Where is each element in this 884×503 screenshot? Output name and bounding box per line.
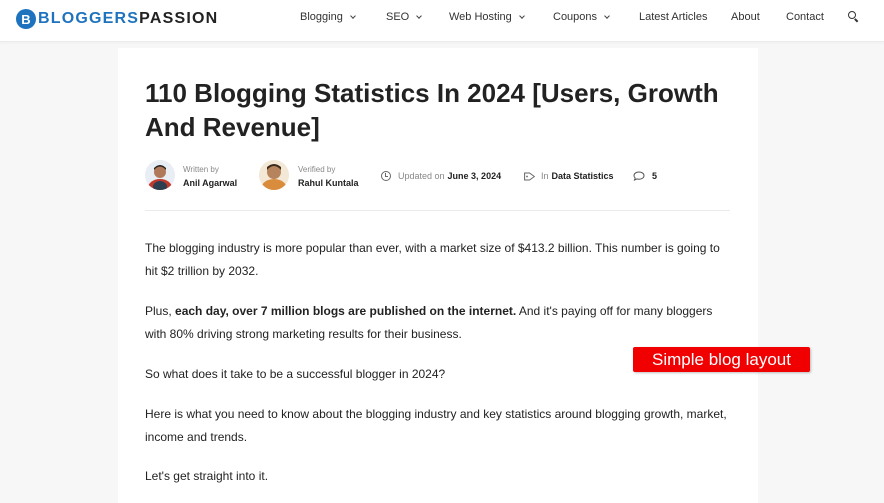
nav-contact[interactable]: Contact: [786, 11, 824, 23]
paragraph-closing: Let's get straight into it.: [145, 469, 269, 483]
nav-contact-label: Contact: [786, 11, 824, 23]
updated-date: Updated on June 3, 2024: [381, 171, 501, 181]
nav-latest-articles[interactable]: Latest Articles: [639, 11, 707, 23]
author-label: Written by: [183, 165, 219, 174]
chevron-down-icon: [518, 12, 525, 19]
article-title: 110 Blogging Statistics In 2024 [Users, …: [145, 78, 719, 142]
category: In Data Statistics: [524, 171, 614, 181]
site-header: B BLOGGERSPASSION Blogging SEO Web Hosti…: [0, 0, 884, 42]
comment-icon: [633, 171, 645, 181]
logo-icon: B: [16, 9, 36, 29]
nav-seo-label: SEO: [386, 11, 410, 23]
nav-web-hosting[interactable]: Web Hosting: [449, 11, 525, 23]
category-link[interactable]: Data Statistics: [552, 171, 614, 181]
nav-about[interactable]: About: [731, 11, 760, 23]
annotation-label: Simple blog layout: [633, 347, 810, 372]
chevron-down-icon: [604, 12, 610, 19]
nav-blogging-label: Blogging: [300, 11, 343, 23]
chevron-down-icon: [349, 12, 356, 19]
category-label: In: [541, 171, 549, 181]
nav-coupons[interactable]: Coupons: [553, 11, 610, 23]
comment-count[interactable]: 5: [633, 171, 657, 181]
updated-date-value: June 3, 2024: [447, 171, 502, 181]
comment-count-value: 5: [652, 171, 658, 181]
nav-seo[interactable]: SEO: [386, 11, 423, 23]
search-icon[interactable]: [848, 11, 859, 23]
tag-icon: [524, 172, 535, 180]
verifier-name[interactable]: Rahul Kuntala: [298, 178, 359, 188]
nav-blogging[interactable]: Blogging: [300, 11, 356, 23]
updated-label: Updated on: [398, 171, 445, 181]
paragraph-intro: The blogging industry is more popular th…: [145, 241, 720, 278]
verifier-avatar[interactable]: [259, 160, 289, 190]
author-name[interactable]: Anil Agarwal: [183, 178, 237, 188]
clock-icon: [381, 171, 391, 181]
nav-coupons-label: Coupons: [553, 11, 598, 23]
nav-web-hosting-label: Web Hosting: [449, 11, 512, 23]
verifier-label: Verified by: [298, 165, 336, 174]
paragraph-stats-prefix: Plus,: [145, 304, 176, 318]
paragraph-stats: Plus, each day, over 7 million blogs are…: [145, 300, 735, 346]
nav-latest-articles-label: Latest Articles: [639, 11, 708, 23]
meta-divider: [145, 210, 730, 211]
chevron-down-icon: [416, 12, 423, 19]
nav-about-label: About: [731, 11, 760, 23]
paragraph-overview: Here is what you need to know about the …: [145, 407, 727, 444]
logo-text-passion: PASSION: [139, 10, 219, 27]
site-logo[interactable]: B BLOGGERSPASSION: [16, 8, 218, 30]
logo-text-bloggers: BLOGGERS: [38, 10, 140, 27]
author-avatar[interactable]: [145, 160, 175, 190]
paragraph-stats-bold: each day, over 7 million blogs are publi…: [175, 304, 517, 318]
